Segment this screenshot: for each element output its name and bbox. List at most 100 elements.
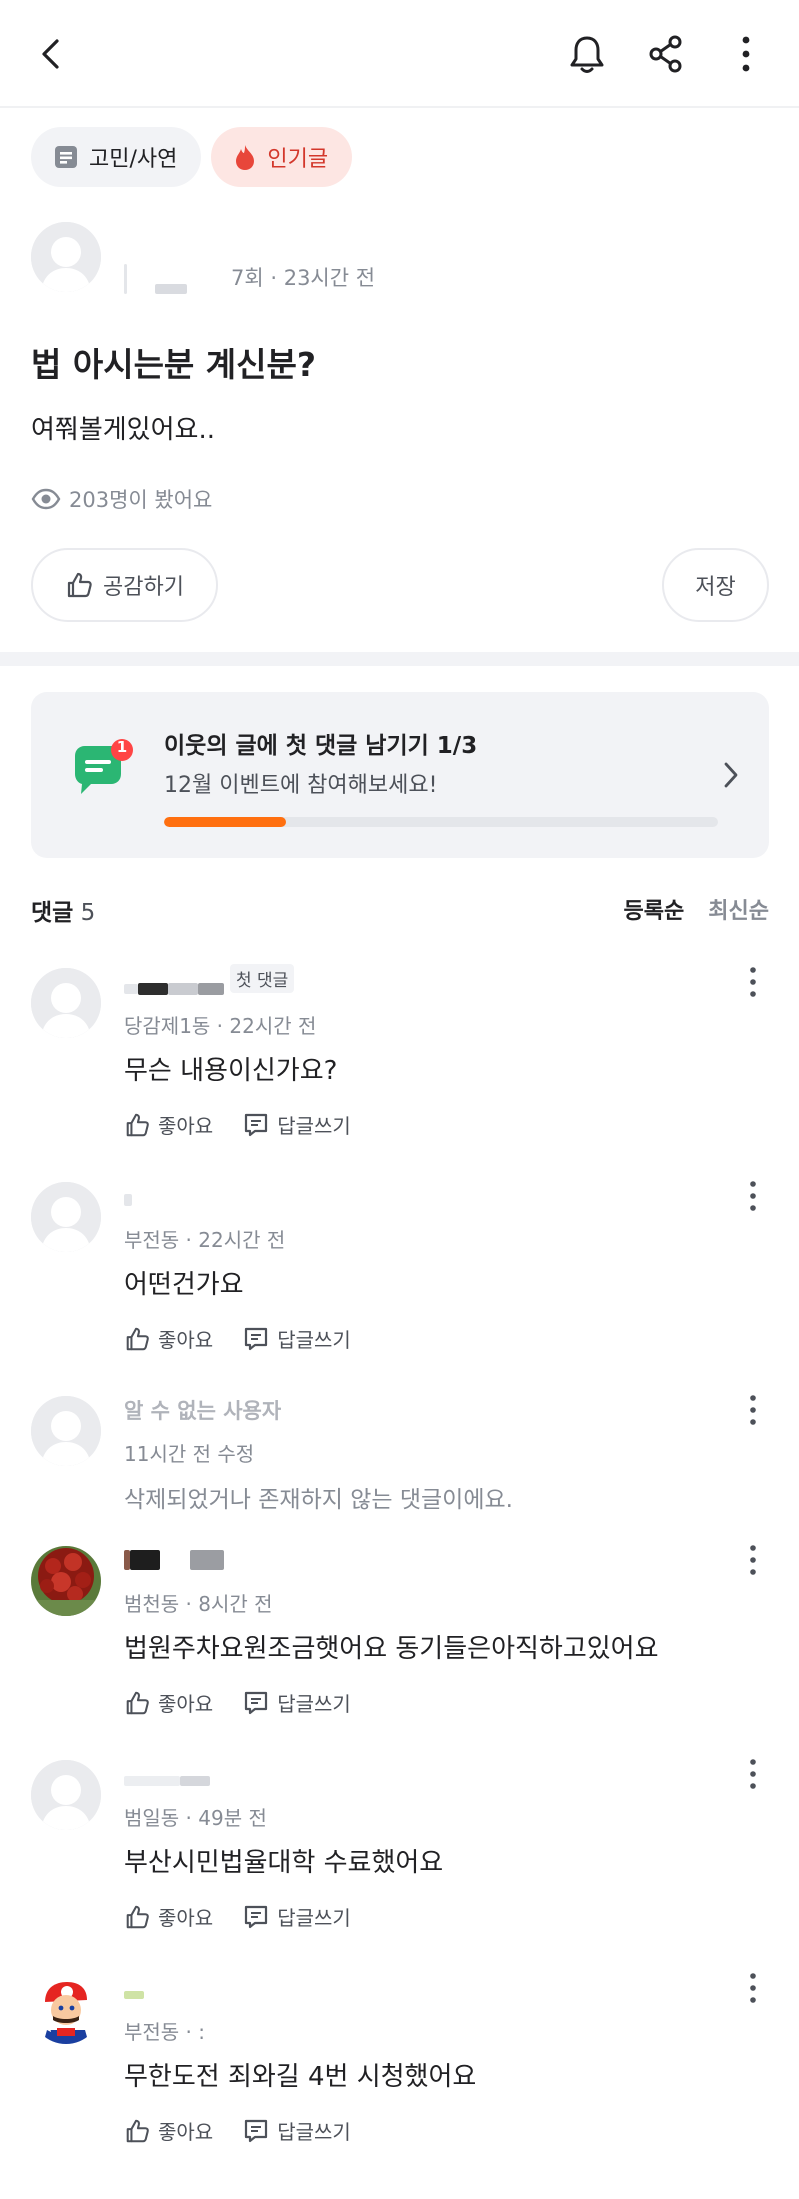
more-vertical-icon	[742, 36, 750, 72]
commenter-avatar[interactable]	[31, 968, 101, 1038]
section-divider	[0, 652, 799, 666]
reply-label: 답글쓰기	[277, 1328, 351, 1352]
comment-actions: 좋아요 답글쓰기	[124, 2116, 351, 2145]
comment-item: 부전동 · : 무한도전 죄와길 4번 시청했어요 좋아요 답글쓰기	[0, 1964, 799, 2164]
author-meta: 7회 · 23시간 전	[124, 262, 375, 294]
comment-more-button[interactable]	[733, 1754, 773, 1794]
sort-latest[interactable]: 최신순	[708, 893, 769, 925]
commenter-name-redacted	[190, 1550, 224, 1570]
comment-more-button[interactable]	[733, 1968, 773, 2008]
comment-text: 부산시민법율대학 수료했어요	[124, 1848, 444, 1878]
comment-more-button[interactable]	[733, 1390, 773, 1430]
author-avatar[interactable]	[31, 222, 101, 292]
thumbs-up-icon	[126, 1113, 149, 1136]
comment-deleted-text: 삭제되었거나 존재하지 않는 댓글이에요.	[124, 1487, 513, 1513]
commenter-name-row	[124, 1760, 210, 1788]
save-button[interactable]: 저장	[662, 548, 769, 622]
chevron-right-icon	[724, 762, 738, 788]
more-vertical-icon	[750, 1181, 756, 1211]
commenter-avatar[interactable]	[31, 1182, 101, 1252]
more-vertical-icon	[750, 967, 756, 997]
comment-actions: 좋아요 답글쓰기	[124, 1688, 351, 1717]
reply-button[interactable]: 답글쓰기	[243, 1688, 351, 1717]
commenter-name-redacted	[198, 983, 224, 995]
comment-item: 범일동 · 49분 전 부산시민법율대학 수료했어요 좋아요 답글쓰기	[0, 1750, 799, 1950]
commenter-name-redacted	[168, 983, 198, 995]
commenter-name-redacted	[124, 1776, 180, 1786]
commenter-name-redacted	[138, 983, 168, 995]
reply-icon	[245, 1327, 268, 1350]
reply-button[interactable]: 답글쓰기	[243, 2116, 351, 2145]
event-subtitle: 12월 이벤트에 참여해보세요!	[164, 773, 438, 798]
like-button[interactable]: 좋아요	[124, 2116, 213, 2145]
reply-icon	[245, 1113, 268, 1136]
more-vertical-icon	[750, 1395, 756, 1425]
category-chip[interactable]: 고민/사연	[31, 127, 202, 187]
comments-count: 5	[80, 900, 96, 926]
comment-item: 첫 댓글 당감제1동 · 22시간 전 무슨 내용이신가요? 좋아요 답글쓰기	[0, 958, 799, 1158]
like-button[interactable]: 좋아요	[124, 1324, 213, 1353]
like-button[interactable]: 좋아요	[124, 1110, 213, 1139]
save-button-label: 저장	[695, 575, 736, 600]
commenter-name-row	[124, 1974, 144, 2002]
more-vertical-icon	[750, 1759, 756, 1789]
sort-registered[interactable]: 등록순	[624, 893, 685, 925]
empathize-button[interactable]: 공감하기	[31, 548, 218, 622]
flower-photo-avatar	[31, 1546, 101, 1616]
thumbs-up-icon	[126, 1691, 149, 1714]
commenter-name-redacted	[124, 1194, 132, 1206]
comments-header: 댓글 5 등록순 최신순	[31, 893, 769, 929]
more-vertical-icon	[750, 1545, 756, 1575]
thumbs-up-icon	[126, 2119, 149, 2142]
commenter-avatar	[31, 1396, 101, 1466]
view-count: 203명이 봤어요	[31, 484, 212, 514]
comment-meta: 부전동 · :	[124, 2020, 206, 2044]
comment-actions: 좋아요 답글쓰기	[124, 1902, 351, 1931]
commenter-avatar[interactable]	[31, 1974, 101, 2044]
commenter-name-redacted	[124, 984, 138, 994]
comment-item-deleted: 알 수 없는 사용자 11시간 전 수정 삭제되었거나 존재하지 않는 댓글이에…	[0, 1386, 799, 1526]
comment-item: 범천동 · 8시간 전 법원주차요원조금햇어요 동기들은아직하고있어요 좋아요 …	[0, 1536, 799, 1736]
reply-button[interactable]: 답글쓰기	[243, 1110, 351, 1139]
reply-icon	[245, 2119, 268, 2142]
category-chip-label: 고민/사연	[89, 147, 178, 172]
event-banner[interactable]: 1 이웃의 글에 첫 댓글 남기기 1/3 12월 이벤트에 참여해보세요!	[31, 692, 769, 858]
like-label: 좋아요	[158, 2120, 214, 2144]
default-avatar-icon	[31, 1760, 101, 1830]
author-meta-text: 7회 · 23시간 전	[231, 266, 376, 290]
like-label: 좋아요	[158, 1328, 214, 1352]
share-icon	[649, 35, 682, 73]
comment-more-button[interactable]	[733, 1540, 773, 1580]
reply-button[interactable]: 답글쓰기	[243, 1324, 351, 1353]
like-button[interactable]: 좋아요	[124, 1688, 213, 1717]
more-options-button[interactable]	[716, 24, 776, 84]
share-button[interactable]	[636, 24, 696, 84]
event-title: 이웃의 글에 첫 댓글 남기기 1/3	[164, 733, 478, 759]
comment-more-button[interactable]	[733, 1176, 773, 1216]
comment-actions: 좋아요 답글쓰기	[124, 1324, 351, 1353]
thumbs-up-icon	[126, 1327, 149, 1350]
unknown-user-name: 알 수 없는 사용자	[124, 1399, 282, 1423]
like-button[interactable]: 좋아요	[124, 1902, 213, 1931]
reply-button[interactable]: 답글쓰기	[243, 1902, 351, 1931]
reply-label: 답글쓰기	[277, 1906, 351, 1930]
post-tags: 고민/사연 인기글	[31, 127, 353, 187]
commenter-name-row	[124, 1546, 224, 1574]
default-avatar-icon	[31, 222, 101, 292]
reply-label: 답글쓰기	[277, 1692, 351, 1716]
notification-button[interactable]	[557, 24, 617, 84]
post-body: 여쭤볼게있어요..	[31, 415, 215, 445]
commenter-name-redacted	[124, 1991, 144, 1999]
comment-more-button[interactable]	[733, 962, 773, 1002]
back-button[interactable]	[22, 24, 82, 84]
commenter-avatar[interactable]	[31, 1546, 101, 1616]
popular-chip[interactable]: 인기글	[211, 127, 353, 187]
comment-actions: 좋아요 답글쓰기	[124, 1110, 351, 1139]
commenter-avatar[interactable]	[31, 1760, 101, 1830]
event-progress-bar	[164, 817, 718, 827]
comment-text: 어떤건가요	[124, 1270, 244, 1300]
reply-icon	[245, 1905, 268, 1928]
more-vertical-icon	[750, 1973, 756, 2003]
thumbs-up-icon	[67, 572, 92, 598]
thumbs-up-icon	[126, 1905, 149, 1928]
